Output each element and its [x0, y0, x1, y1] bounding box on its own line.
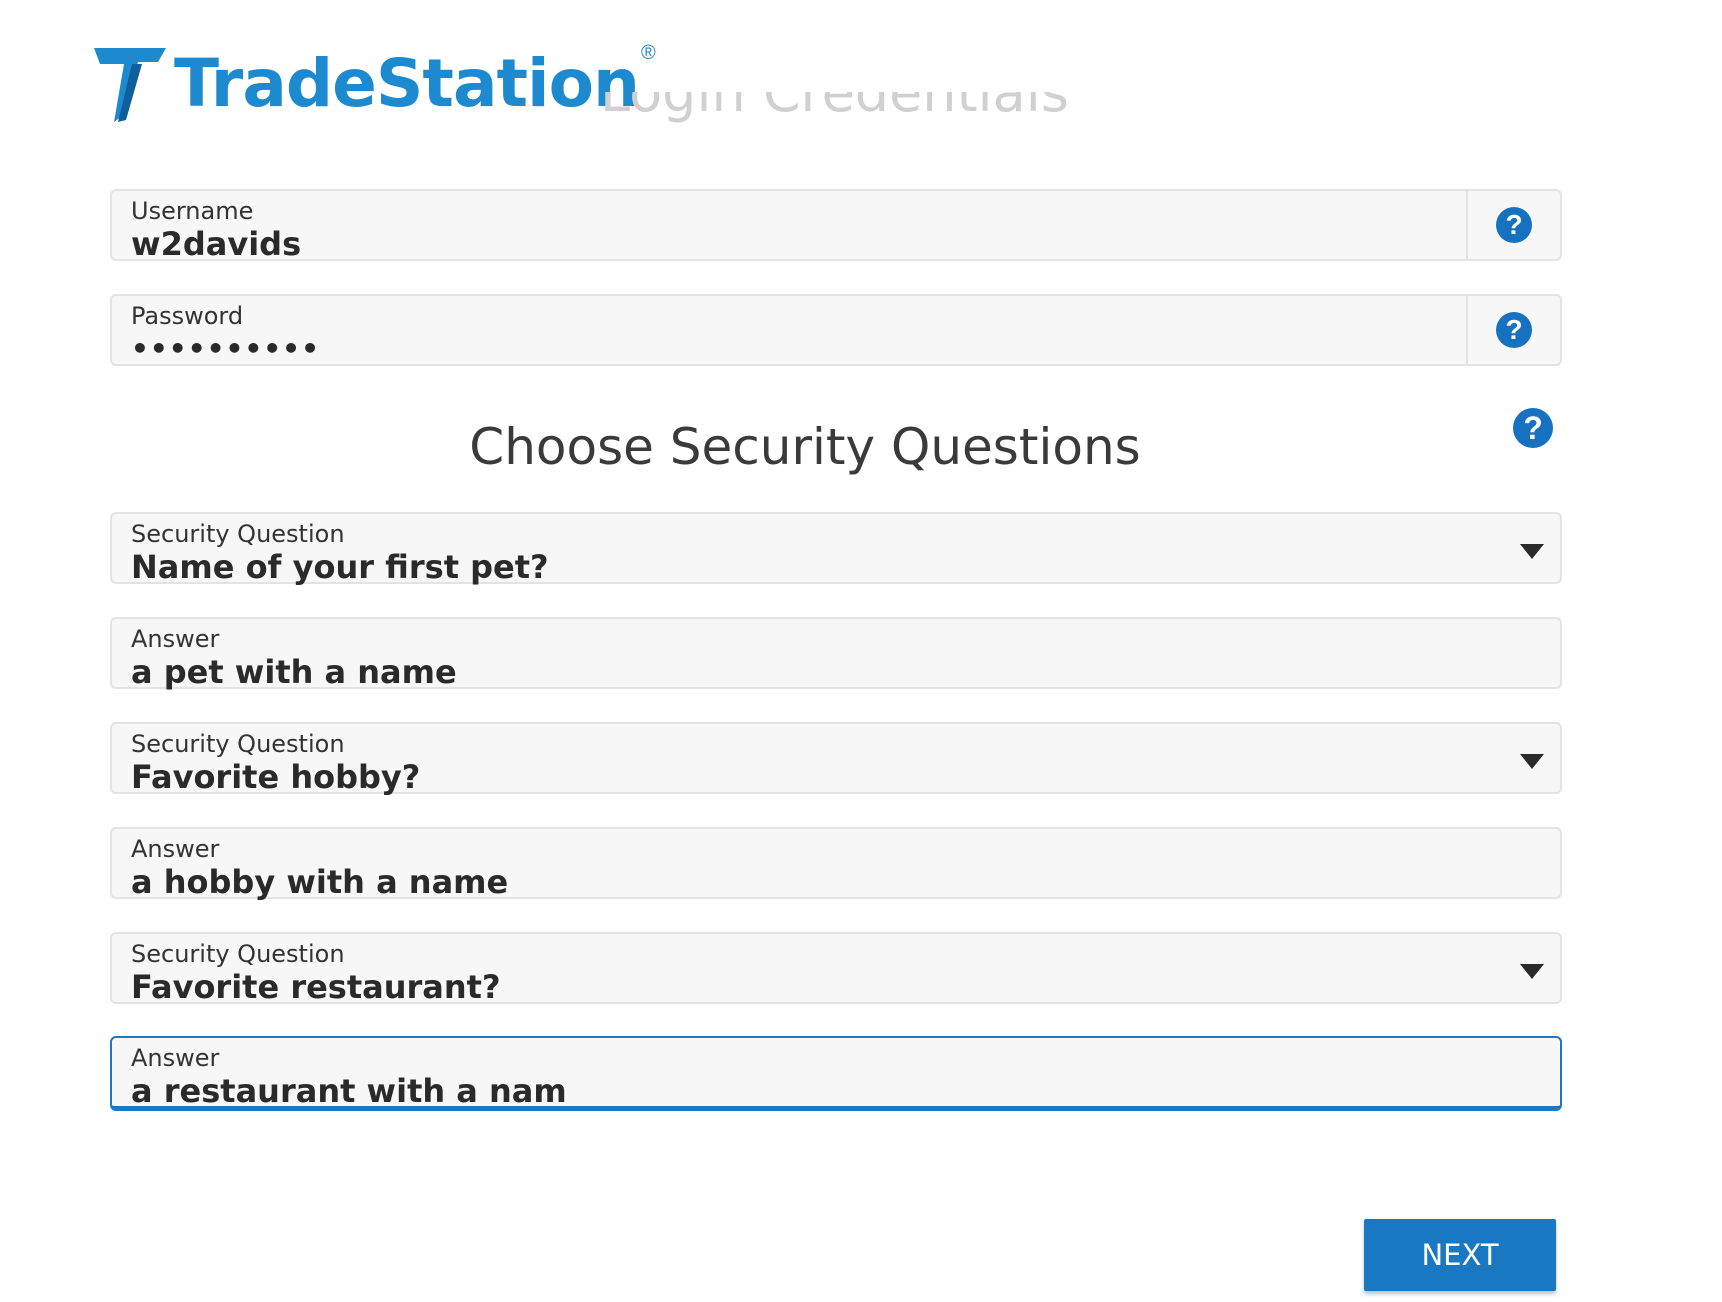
password-field[interactable]: Password •••••••••• ?: [110, 294, 1562, 366]
brand-name: TradeStation: [174, 44, 640, 122]
answer-2-field[interactable]: Answer a hobby with a name: [110, 827, 1562, 901]
answer-value[interactable]: a pet with a name: [131, 653, 457, 691]
username-help-icon[interactable]: ?: [1496, 207, 1532, 243]
password-value[interactable]: ••••••••••: [131, 332, 320, 365]
security-question-3-select[interactable]: Security Question Favorite restaurant?: [110, 932, 1562, 1006]
username-label: Username: [131, 197, 254, 225]
answer-value[interactable]: a restaurant with a nam: [131, 1072, 567, 1110]
answer-value[interactable]: a hobby with a name: [131, 863, 508, 901]
answer-label: Answer: [131, 625, 220, 653]
answer-1-field[interactable]: Answer a pet with a name: [110, 617, 1562, 691]
security-question-label: Security Question: [131, 940, 345, 968]
security-question-label: Security Question: [131, 520, 345, 548]
tradestation-logo: TradeStation ®: [92, 38, 656, 128]
tradestation-logo-icon: [94, 48, 166, 122]
chevron-down-icon[interactable]: [1520, 754, 1544, 769]
chevron-down-icon[interactable]: [1520, 964, 1544, 979]
answer-label: Answer: [131, 1044, 220, 1072]
security-question-2-select[interactable]: Security Question Favorite hobby?: [110, 722, 1562, 796]
security-question-value: Favorite restaurant?: [131, 968, 501, 1006]
security-question-label: Security Question: [131, 730, 345, 758]
registered-mark: ®: [641, 42, 656, 64]
answer-3-field[interactable]: Answer a restaurant with a nam: [110, 1036, 1562, 1111]
username-help-cell: ?: [1466, 191, 1560, 259]
security-questions-title: Choose Security Questions: [469, 418, 1141, 476]
username-value[interactable]: w2davids: [131, 225, 301, 263]
security-questions-help-icon[interactable]: ?: [1513, 408, 1553, 448]
chevron-down-icon[interactable]: [1520, 544, 1544, 559]
password-help-cell: ?: [1466, 296, 1560, 364]
password-label: Password: [131, 302, 244, 330]
security-question-1-select[interactable]: Security Question Name of your first pet…: [110, 512, 1562, 586]
username-field[interactable]: Username w2davids ?: [110, 189, 1562, 263]
password-help-icon[interactable]: ?: [1496, 312, 1532, 348]
security-question-value: Name of your first pet?: [131, 548, 549, 586]
answer-label: Answer: [131, 835, 220, 863]
next-button[interactable]: NEXT: [1364, 1219, 1556, 1291]
security-question-value: Favorite hobby?: [131, 758, 421, 796]
scrolled-heading: Login Credentials: [600, 92, 1069, 124]
